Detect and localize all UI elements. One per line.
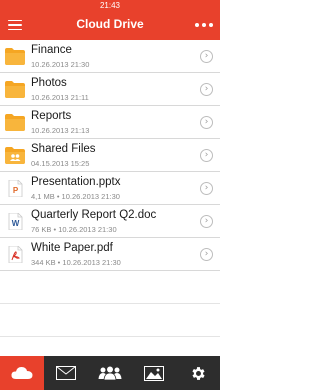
- mail-icon: [56, 366, 76, 380]
- folder-icon: [5, 48, 25, 65]
- photos-icon: [144, 365, 164, 381]
- cloud-icon: [11, 367, 33, 379]
- contacts-icon: [98, 366, 122, 380]
- file-meta: 10.26.2013 21:11: [31, 93, 89, 102]
- empty-row: [0, 271, 220, 304]
- chevron-right-icon[interactable]: ›: [200, 182, 213, 195]
- header: 21:43 Cloud Drive: [0, 0, 220, 40]
- chevron-right-icon[interactable]: ›: [200, 248, 213, 261]
- page-title: Cloud Drive: [76, 17, 144, 31]
- file-meta: 10.26.2013 21:13: [31, 126, 90, 135]
- dot-icon: [209, 23, 213, 27]
- more-options-button[interactable]: [193, 15, 215, 35]
- tab-photos[interactable]: [132, 356, 176, 390]
- chevron-right-icon[interactable]: ›: [200, 116, 213, 129]
- file-row-presentation[interactable]: P Presentation.pptx 4,1 MB • 10.26.2013 …: [0, 172, 220, 205]
- svg-text:P: P: [13, 186, 19, 195]
- folder-icon: [5, 81, 25, 98]
- file-meta: 76 KB • 10.26.2013 21:30: [31, 225, 117, 234]
- file-name: Photos: [31, 77, 67, 89]
- file-name: Shared Files: [31, 143, 96, 155]
- word-file-icon: W: [8, 213, 23, 230]
- settings-icon: [191, 366, 205, 380]
- file-row-finance[interactable]: Finance 10.26.2013 21:30 ›: [0, 40, 220, 73]
- folder-icon: [5, 114, 25, 131]
- nav-bar: Cloud Drive: [0, 11, 220, 40]
- chevron-right-icon[interactable]: ›: [200, 149, 213, 162]
- chevron-right-icon[interactable]: ›: [200, 50, 213, 63]
- status-time: 21:43: [99, 1, 121, 10]
- file-row-reports[interactable]: Reports 10.26.2013 21:13 ›: [0, 106, 220, 139]
- file-row-white-paper[interactable]: White Paper.pdf 344 KB • 10.26.2013 21:3…: [0, 238, 220, 271]
- tab-contacts[interactable]: [88, 356, 132, 390]
- tab-mail[interactable]: [44, 356, 88, 390]
- empty-row: [0, 304, 220, 337]
- chevron-right-icon[interactable]: ›: [200, 215, 213, 228]
- status-bar: 21:43: [0, 0, 220, 11]
- file-list: Finance 10.26.2013 21:30 › Photos 10.26.…: [0, 40, 220, 370]
- powerpoint-file-icon: P: [8, 180, 23, 197]
- dot-icon: [202, 23, 206, 27]
- file-meta: 10.26.2013 21:30: [31, 60, 90, 69]
- file-row-quarterly-report[interactable]: W Quarterly Report Q2.doc 76 KB • 10.26.…: [0, 205, 220, 238]
- file-name: Presentation.pptx: [31, 176, 121, 188]
- file-row-photos[interactable]: Photos 10.26.2013 21:11 ›: [0, 73, 220, 106]
- shared-folder-icon: [5, 147, 25, 164]
- tab-settings[interactable]: [176, 356, 220, 390]
- file-meta: 04.15.2013 15:25: [31, 159, 90, 168]
- file-name: Quarterly Report Q2.doc: [31, 209, 157, 221]
- dot-icon: [195, 23, 199, 27]
- file-name: Reports: [31, 110, 72, 122]
- chevron-right-icon[interactable]: ›: [200, 83, 213, 96]
- file-meta: 4,1 MB • 10.26.2013 21:30: [31, 192, 120, 201]
- file-meta: 344 KB • 10.26.2013 21:30: [31, 258, 121, 267]
- file-name: White Paper.pdf: [31, 242, 113, 254]
- svg-text:W: W: [12, 219, 20, 228]
- file-row-shared-files[interactable]: Shared Files 04.15.2013 15:25 ›: [0, 139, 220, 172]
- file-name: Finance: [31, 44, 72, 56]
- tab-cloud-drive[interactable]: [0, 356, 44, 390]
- tab-bar: [0, 356, 220, 390]
- pdf-file-icon: [8, 246, 23, 263]
